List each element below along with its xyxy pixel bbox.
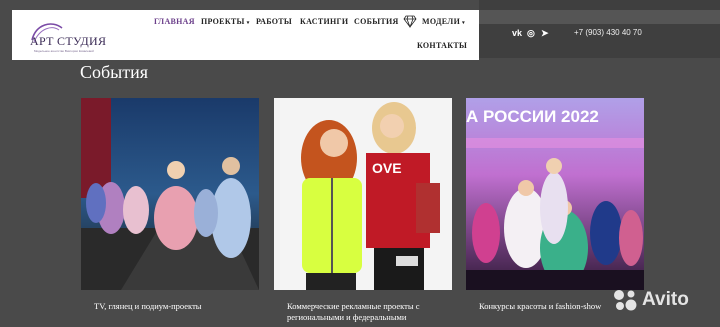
runway-show-photo [81, 98, 259, 290]
vk-icon[interactable]: vk [512, 28, 522, 38]
svg-text:OVE: OVE [372, 160, 402, 176]
nav-item-models-label: МОДЕЛИ [422, 17, 461, 26]
kids-fashion-ad-photo: OVE [274, 98, 452, 290]
nav-item-models[interactable]: МОДЕЛИ ▾ [422, 17, 465, 26]
avito-logo-icon [614, 290, 637, 311]
nav-item-home[interactable]: ГЛАВНАЯ [154, 17, 195, 26]
avito-wordmark: Avito [642, 289, 689, 310]
event-card-commercial[interactable]: OVE Коммерческие рекламные проекты с рег… [274, 98, 452, 327]
chevron-down-icon: ▾ [246, 21, 250, 26]
diamond-icon [403, 15, 417, 28]
card-caption: TV, глянец и подиум-проекты [94, 301, 202, 311]
main-nav: ГЛАВНАЯ ПРОЕКТЫ ▾ РАБОТЫ КАСТИНГИ СОБЫТИЯ… [12, 10, 479, 60]
nav-item-contacts[interactable]: КОНТАКТЫ [417, 41, 467, 50]
beauty-contest-photo: А РОССИИ 2022 [466, 98, 644, 290]
nav-item-works[interactable]: РАБОТЫ [256, 17, 292, 26]
nav-item-events[interactable]: СОБЫТИЯ [354, 17, 399, 26]
event-card-tv[interactable]: TV, глянец и подиум-проекты [81, 98, 259, 327]
avito-watermark: Avito [612, 288, 689, 312]
chevron-down-icon: ▾ [462, 21, 465, 26]
nav-item-castings[interactable]: КАСТИНГИ [300, 17, 348, 26]
topbar-strip [479, 10, 720, 24]
phone-link[interactable]: +7 (903) 430 40 70 [574, 28, 642, 37]
telegram-icon[interactable]: ➤ [541, 28, 549, 39]
site-header: АРТ СТУДИЯ Модельное агентство Виктории … [12, 10, 479, 60]
nav-item-projects[interactable]: ПРОЕКТЫ ▾ [201, 17, 250, 26]
card-caption: Коммерческие рекламные проекты с региона… [287, 301, 420, 322]
whatsapp-icon[interactable]: ◎ [527, 28, 535, 39]
page-title: События [80, 62, 149, 82]
svg-text:А РОССИИ 2022: А РОССИИ 2022 [466, 107, 599, 126]
nav-item-projects-label: ПРОЕКТЫ [201, 17, 245, 26]
